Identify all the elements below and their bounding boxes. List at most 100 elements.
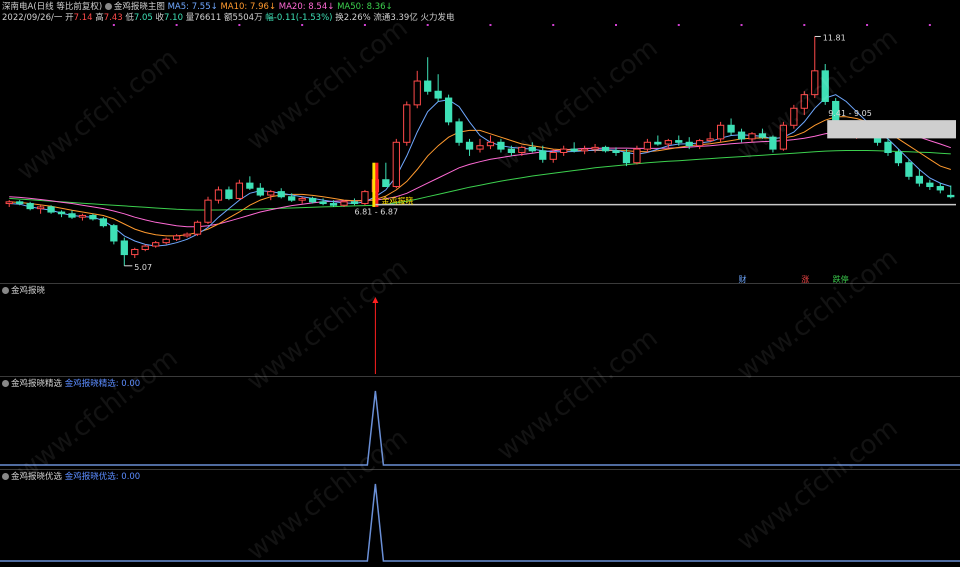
top-marker-dot bbox=[426, 24, 429, 26]
candle-body bbox=[737, 131, 746, 140]
candle-body bbox=[57, 211, 66, 215]
candle-body bbox=[246, 182, 254, 189]
candle-body bbox=[811, 70, 819, 96]
preferred-panel[interactable] bbox=[0, 470, 960, 565]
range-label-2: 9.41 - 9.05 bbox=[828, 109, 872, 118]
ma5-line bbox=[9, 94, 951, 247]
candle-body bbox=[580, 148, 589, 152]
candle-body bbox=[622, 152, 631, 164]
candle-body bbox=[465, 141, 474, 150]
top-marker-dot bbox=[615, 24, 617, 26]
candle-body bbox=[26, 203, 34, 210]
indicator-line bbox=[0, 390, 960, 466]
candle-body bbox=[235, 182, 244, 199]
candle-body bbox=[183, 233, 191, 237]
indicator-line bbox=[0, 483, 960, 562]
resistance-band bbox=[827, 120, 956, 139]
candle-body bbox=[769, 136, 777, 150]
signal-bar bbox=[372, 162, 376, 207]
candle-body bbox=[570, 148, 578, 152]
candle-body bbox=[120, 240, 128, 256]
top-marker-dot bbox=[740, 24, 743, 26]
candle-body bbox=[821, 70, 829, 102]
signal-arrow-head bbox=[372, 297, 379, 303]
candle-body bbox=[162, 238, 170, 244]
candle-body bbox=[507, 148, 516, 154]
candle-body bbox=[214, 189, 223, 201]
candle-body bbox=[172, 235, 181, 240]
top-marker-dot bbox=[175, 24, 178, 26]
ma50-line bbox=[9, 150, 951, 211]
candle-body bbox=[675, 140, 683, 143]
candle-body bbox=[727, 124, 735, 133]
candle-body bbox=[16, 201, 24, 205]
candle-body bbox=[434, 90, 442, 99]
top-marker-dot bbox=[112, 24, 115, 26]
range-label-1: 6.81 - 6.87 bbox=[354, 208, 398, 217]
candle-body bbox=[424, 80, 432, 92]
candle-body bbox=[936, 186, 944, 191]
candle-body bbox=[549, 152, 557, 160]
top-marker-dot bbox=[928, 24, 931, 26]
candle-body bbox=[277, 191, 285, 198]
candle-body bbox=[800, 94, 808, 109]
top-marker-dot bbox=[866, 24, 869, 26]
candle-body bbox=[403, 104, 411, 143]
candle-body bbox=[68, 213, 76, 218]
candle-body bbox=[716, 124, 725, 140]
candle-body bbox=[476, 145, 484, 150]
ma10-line bbox=[9, 116, 951, 237]
candle-body bbox=[894, 152, 903, 164]
top-marker-dot bbox=[677, 24, 680, 26]
candlestick-chart[interactable]: 11.815.076.81 - 6.879.41 - 9.05金鸡报晓财涨跌停 bbox=[0, 0, 960, 285]
candle-body bbox=[455, 121, 463, 143]
candle-body bbox=[225, 189, 233, 199]
candle-body bbox=[267, 191, 275, 196]
candle-body bbox=[905, 162, 913, 177]
candle-body bbox=[382, 179, 390, 188]
candle-body bbox=[664, 140, 672, 145]
top-marker-dot bbox=[238, 24, 241, 26]
signal-panel[interactable] bbox=[0, 284, 960, 376]
candle-body bbox=[685, 141, 693, 147]
candle-body bbox=[288, 196, 296, 201]
selection-panel[interactable] bbox=[0, 377, 960, 469]
candle-body bbox=[47, 206, 55, 213]
candle-body bbox=[591, 146, 599, 150]
candle-body bbox=[643, 141, 652, 150]
candle-body bbox=[915, 175, 924, 184]
candle-body bbox=[633, 148, 641, 164]
top-marker-dot bbox=[363, 24, 366, 26]
candle-body bbox=[748, 133, 756, 140]
candle-body bbox=[486, 141, 495, 147]
candle-body bbox=[444, 97, 453, 123]
candle-body bbox=[518, 146, 526, 153]
high-price-label: 11.81 bbox=[823, 33, 846, 42]
candle-body bbox=[392, 141, 400, 188]
candle-body bbox=[528, 146, 536, 152]
candle-body bbox=[758, 133, 767, 138]
candle-body bbox=[256, 187, 264, 196]
top-marker-dot bbox=[552, 24, 555, 26]
candle-body bbox=[78, 214, 87, 218]
candle-body bbox=[131, 248, 139, 256]
candle-body bbox=[654, 141, 662, 145]
candle-body bbox=[612, 150, 620, 154]
signal-label: 金鸡报晓 bbox=[381, 196, 413, 206]
candle-body bbox=[926, 182, 934, 188]
candle-body bbox=[413, 80, 421, 106]
candle-body bbox=[152, 242, 160, 247]
candle-body bbox=[204, 199, 212, 223]
candle-body bbox=[340, 201, 348, 206]
signal-bar-red bbox=[375, 162, 379, 207]
candle-body bbox=[361, 191, 369, 205]
top-marker-dot bbox=[803, 24, 806, 26]
candle-body bbox=[110, 225, 118, 242]
candle-body bbox=[497, 141, 505, 150]
candle-body bbox=[601, 146, 610, 152]
candle-body bbox=[790, 107, 798, 126]
top-marker-dot bbox=[301, 24, 304, 26]
candle-body bbox=[560, 148, 568, 154]
candle-body bbox=[193, 221, 202, 235]
candle-body bbox=[141, 245, 149, 250]
